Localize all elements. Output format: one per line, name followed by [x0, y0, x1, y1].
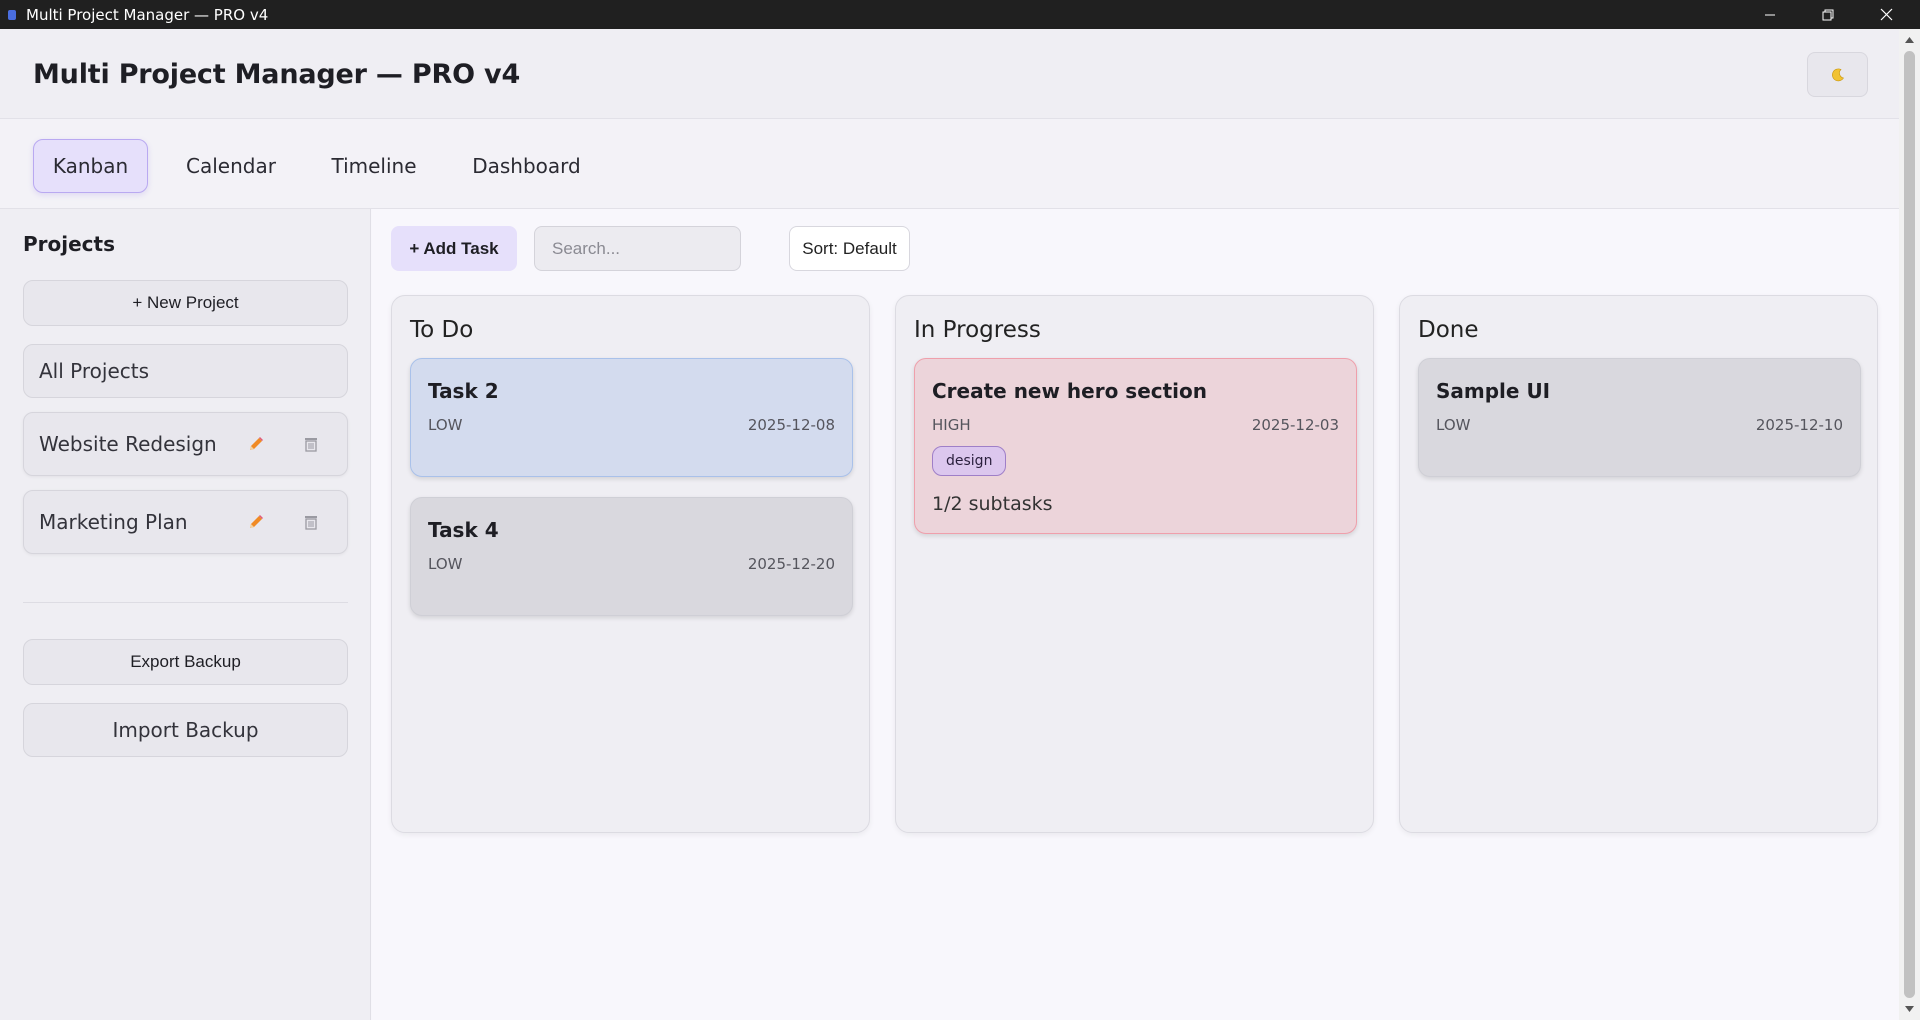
- import-backup-label: Import Backup: [112, 718, 259, 742]
- projects-sidebar: Projects + New Project All Projects Webs…: [0, 209, 371, 1020]
- search-input[interactable]: [534, 226, 741, 271]
- minimize-button[interactable]: [1741, 0, 1799, 29]
- app-header: Multi Project Manager — PRO v4: [0, 29, 1899, 119]
- task-card[interactable]: Sample UI LOW 2025-12-10: [1418, 358, 1861, 477]
- export-backup-label: Export Backup: [130, 652, 241, 671]
- trash-icon[interactable]: [297, 508, 325, 536]
- task-due-date: 2025-12-20: [747, 555, 835, 573]
- kanban-board: + Add Task Sort: Default To Do Task 2 LO…: [372, 209, 1899, 1020]
- task-card[interactable]: Create new hero section HIGH 2025-12-03 …: [914, 358, 1357, 534]
- task-due-date: 2025-12-03: [1251, 416, 1339, 434]
- scroll-down-arrow[interactable]: [1904, 1004, 1915, 1014]
- task-card[interactable]: Task 2 LOW 2025-12-08: [410, 358, 853, 477]
- add-task-button[interactable]: + Add Task: [391, 226, 517, 271]
- new-project-button[interactable]: + New Project: [23, 280, 348, 326]
- sidebar-heading: Projects: [23, 232, 116, 256]
- scrollbar-thumb[interactable]: [1904, 51, 1915, 998]
- sidebar-item-all-projects[interactable]: All Projects: [23, 344, 348, 398]
- moon-icon: [1831, 68, 1844, 81]
- import-backup-button[interactable]: Import Backup: [23, 703, 348, 757]
- task-due-date: 2025-12-10: [1755, 416, 1843, 434]
- scroll-up-arrow[interactable]: [1904, 35, 1915, 45]
- task-title: Create new hero section: [932, 379, 1208, 403]
- close-icon: [1880, 8, 1892, 21]
- sidebar-item-website-redesign[interactable]: Website Redesign: [23, 412, 348, 476]
- column-todo: To Do Task 2 LOW 2025-12-08 Task 4 LOW 2…: [391, 295, 870, 833]
- export-backup-button[interactable]: Export Backup: [23, 639, 348, 685]
- task-priority: LOW: [428, 555, 463, 573]
- task-tag: design: [932, 446, 1007, 476]
- task-priority: HIGH: [932, 416, 971, 434]
- task-priority: LOW: [1436, 416, 1471, 434]
- task-subtasks: 1/2 subtasks: [932, 493, 1053, 515]
- window-title: Multi Project Manager — PRO v4: [26, 5, 269, 24]
- task-priority: LOW: [428, 416, 463, 434]
- new-project-label: + New Project: [132, 293, 239, 312]
- task-card[interactable]: Task 4 LOW 2025-12-20: [410, 497, 853, 616]
- sidebar-divider: [23, 602, 348, 603]
- column-done: Done Sample UI LOW 2025-12-10: [1399, 295, 1878, 833]
- sidebar-item-marketing-plan[interactable]: Marketing Plan: [23, 490, 348, 554]
- sidebar-item-label: Marketing Plan: [39, 510, 188, 534]
- sidebar-item-label: All Projects: [39, 359, 149, 383]
- sort-dropdown[interactable]: Sort: Default: [789, 226, 910, 271]
- tab-dashboard[interactable]: Dashboard: [460, 139, 593, 193]
- task-due-date: 2025-12-08: [747, 416, 835, 434]
- column-title: To Do: [410, 317, 474, 343]
- pencil-icon[interactable]: [242, 508, 270, 536]
- restore-button[interactable]: [1799, 0, 1857, 29]
- pencil-icon[interactable]: [242, 430, 270, 458]
- close-button[interactable]: [1857, 0, 1915, 29]
- task-title: Task 4: [428, 518, 499, 542]
- column-title: In Progress: [914, 317, 1041, 343]
- trash-icon[interactable]: [297, 430, 325, 458]
- theme-toggle-button[interactable]: [1807, 52, 1868, 97]
- task-title: Sample UI: [1436, 379, 1551, 403]
- window-titlebar: Multi Project Manager — PRO v4: [0, 0, 1920, 29]
- column-title: Done: [1418, 317, 1479, 343]
- tab-kanban[interactable]: Kanban: [33, 139, 148, 193]
- tab-timeline[interactable]: Timeline: [318, 139, 430, 193]
- vertical-scrollbar[interactable]: [1899, 29, 1920, 1020]
- minimize-icon: [1765, 14, 1775, 15]
- page-title: Multi Project Manager — PRO v4: [33, 59, 521, 90]
- view-tabs: Kanban Calendar Timeline Dashboard: [0, 119, 1899, 209]
- restore-icon: [1822, 9, 1834, 20]
- app-icon: [8, 9, 16, 20]
- sidebar-item-label: Website Redesign: [39, 432, 217, 456]
- tab-calendar[interactable]: Calendar: [170, 139, 292, 193]
- task-title: Task 2: [428, 379, 499, 403]
- column-in-progress: In Progress Create new hero section HIGH…: [895, 295, 1374, 833]
